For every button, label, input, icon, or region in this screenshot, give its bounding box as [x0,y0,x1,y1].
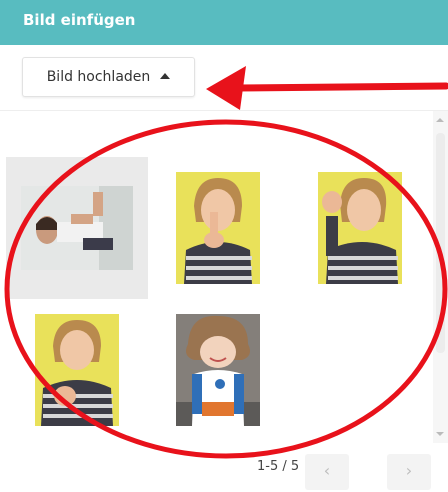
thumbnail-image-plush [176,314,260,426]
gallery-thumbnail[interactable] [6,157,148,299]
image-gallery [0,111,448,443]
plush-photo-graphic [176,314,260,426]
gallery-thumbnail[interactable] [147,157,289,299]
thumbnail-image-man [21,186,133,270]
previous-page-button[interactable]: ‹ [305,454,349,490]
gallery-thumbnail[interactable] [147,299,289,441]
scroll-down-icon[interactable] [436,432,444,436]
caret-up-icon [160,73,171,79]
next-page-button[interactable]: › [387,454,431,490]
chevron-right-icon: › [405,461,413,480]
upload-image-label: Bild hochladen [46,69,151,85]
child-photo-graphic [318,172,402,284]
dialog-title: Bild einfügen [23,11,136,29]
pagination: 1-5 / 5 ‹ › [0,443,448,492]
pagination-range: 1-5 / 5 [257,459,300,474]
thumbnail-image-child-2 [318,172,402,284]
upload-image-button[interactable]: Bild hochladen [22,57,195,97]
thumbnail-image-child-3 [35,314,119,426]
child-photo-graphic [35,314,119,426]
gallery-thumbnail[interactable] [6,299,148,441]
dialog-header: Bild einfügen [0,0,448,45]
scrollbar-thumb[interactable] [436,133,445,353]
scroll-up-icon[interactable] [436,118,444,122]
child-photo-graphic [176,172,260,284]
toolbar: Bild hochladen [0,45,448,111]
man-photo-graphic [21,186,133,270]
gallery-thumbnail[interactable] [289,157,431,299]
chevron-left-icon: ‹ [323,461,331,480]
gallery-scrollbar[interactable] [433,111,448,443]
thumbnail-image-child-1 [176,172,260,284]
